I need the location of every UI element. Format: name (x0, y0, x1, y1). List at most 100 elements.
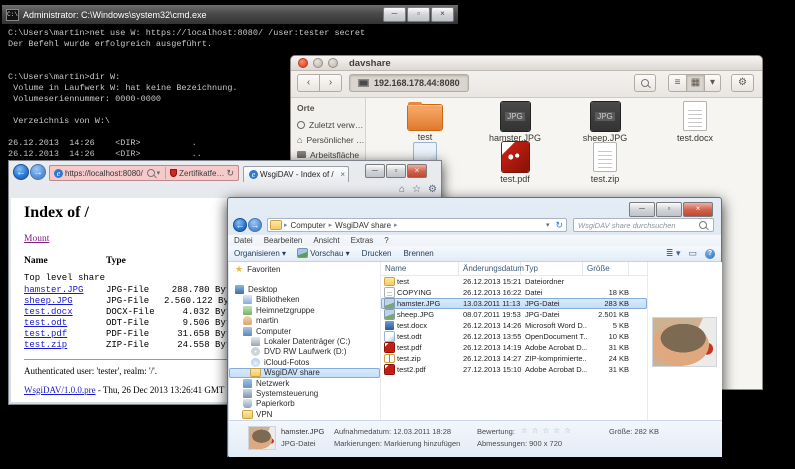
tab-close-icon[interactable] (340, 170, 345, 179)
rating-stars[interactable]: ☆ ☆ ☆ ☆ ☆ (521, 426, 572, 435)
tree-item-netzwerk[interactable]: Netzwerk (229, 378, 380, 388)
file-item-sheep[interactable]: JPG sheep.JPG (563, 101, 647, 143)
hamster-photo-preview[interactable] (653, 318, 716, 366)
file-row[interactable]: test.odt26.12.2013 13:55OpenDocument T..… (381, 331, 647, 342)
file-link[interactable]: test.pdf (24, 329, 67, 339)
menu-ansicht[interactable]: Ansicht (313, 236, 339, 245)
menu-datei[interactable]: Datei (234, 236, 253, 245)
forward-button[interactable] (248, 218, 262, 232)
preview-button[interactable]: Vorschau (298, 249, 350, 258)
file-row[interactable]: test.pdf26.12.2013 14:19Adobe Acrobat D.… (381, 342, 647, 353)
print-button[interactable]: Drucken (362, 249, 392, 258)
address-bar[interactable]: e https://localhost:8080/ Zertifikatfe… (49, 165, 239, 181)
minimize-button[interactable] (383, 7, 406, 22)
tree-item-bibliotheken[interactable]: Bibliotheken (229, 295, 380, 305)
search-dropdown-chevron[interactable] (157, 169, 161, 177)
maximize-button[interactable] (328, 58, 338, 68)
breadcrumb-computer[interactable]: Computer (291, 221, 326, 230)
burn-button[interactable]: Brennen (403, 249, 433, 258)
column-header-size[interactable]: Größe (583, 262, 629, 275)
file-link[interactable]: hamster.JPG (24, 285, 83, 295)
search-button[interactable] (634, 74, 656, 92)
tree-item-vpn[interactable]: VPN (229, 409, 380, 419)
forward-button[interactable] (30, 164, 46, 180)
menu-help[interactable]: ? (384, 236, 388, 245)
tools-gear-icon[interactable] (428, 184, 437, 195)
refresh-icon[interactable] (555, 220, 563, 231)
tree-item-papierkorb[interactable]: Papierkorb (229, 399, 380, 409)
help-icon[interactable]: ? (705, 249, 715, 259)
tree-item-local-disk-c[interactable]: Lokaler Datenträger (C:) (229, 336, 380, 346)
address-breadcrumb-bar[interactable]: Computer WsgiDAV share (267, 218, 567, 232)
column-header-date[interactable]: Änderungsdatum (459, 262, 521, 275)
maximize-button[interactable] (656, 202, 682, 217)
file-row[interactable]: COPYING26.12.2013 16:22Datei18 KB (381, 287, 647, 298)
home-icon[interactable] (399, 184, 405, 195)
cmd-titlebar[interactable]: C:\ Administrator: C:\Windows\system32\c… (2, 5, 458, 24)
file-row[interactable]: test.zip26.12.2013 14:27ZIP-komprimierte… (381, 353, 647, 364)
favorites-star-icon[interactable] (412, 184, 421, 195)
davshare-titlebar[interactable]: davshare (291, 56, 762, 71)
gear-menu-button[interactable] (731, 74, 754, 92)
mount-link[interactable]: Mount (24, 234, 49, 244)
file-link[interactable]: test.zip (24, 340, 67, 350)
tree-item-favoriten[interactable]: Favoriten (229, 264, 380, 274)
tree-item-wsgidav-share[interactable]: WsgiDAV share (229, 368, 380, 378)
browser-tab[interactable]: e WsgiDAV - Index of / (243, 166, 349, 182)
tree-item-icloud-fotos[interactable]: iCloud-Fotos (229, 357, 380, 367)
forward-button[interactable] (319, 74, 342, 92)
minimize-button[interactable] (313, 58, 323, 68)
column-header-name[interactable]: Name (381, 262, 459, 275)
close-button[interactable] (298, 58, 308, 68)
file-item-docx[interactable]: test.docx (653, 101, 737, 143)
search-box[interactable]: WsgiDAV share durchsuchen (573, 218, 714, 232)
tree-item-computer[interactable]: Computer (229, 326, 380, 336)
maximize-button[interactable] (407, 7, 430, 22)
views-button[interactable] (666, 248, 681, 259)
minimize-button[interactable] (629, 202, 655, 217)
breadcrumb-address-button[interactable]: 192.168.178.44:8080 (349, 74, 469, 92)
back-button[interactable] (13, 164, 29, 180)
sidebar-item-recent[interactable]: Zuletzt verw… (291, 117, 365, 132)
file-row-selected[interactable]: hamster.JPG13.03.2011 11:13JPG-Datei283 … (381, 298, 647, 309)
breadcrumb-share[interactable]: WsgiDAV share (335, 221, 391, 230)
file-row[interactable]: sheep.JPG08.07.2011 19:53JPG-Datei2.501 … (381, 309, 647, 320)
maximize-button[interactable] (386, 164, 406, 178)
search-icon[interactable] (147, 169, 155, 177)
organize-button[interactable]: Organisieren (234, 249, 286, 258)
file-item-zip[interactable]: test.zip (563, 142, 647, 184)
tree-item-dvd-d[interactable]: DVD RW Laufwerk (D:) (229, 347, 380, 357)
file-link[interactable]: test.odt (24, 318, 67, 328)
wsgidav-version-link[interactable]: WsgiDAV/1.0.0.pre (24, 385, 96, 395)
list-view-button[interactable] (668, 74, 687, 92)
certificate-error-button[interactable]: Zertifikatfe… (179, 169, 224, 178)
file-row[interactable]: test.docx26.12.2013 14:26Microsoft Word … (381, 320, 647, 331)
file-link[interactable]: test.docx (24, 307, 73, 317)
minimize-button[interactable] (365, 164, 385, 178)
file-row[interactable]: test2.pdf27.12.2013 15:10Adobe Acrobat D… (381, 364, 647, 375)
sidebar-item-home[interactable]: Persönlicher … (291, 132, 365, 147)
file-item-pdf[interactable]: test.pdf (473, 142, 557, 184)
tree-item-desktop[interactable]: Desktop (229, 284, 380, 294)
file-item-hamster[interactable]: JPG hamster.JPG (473, 101, 557, 143)
back-button[interactable] (297, 74, 320, 92)
refresh-icon[interactable] (226, 168, 234, 179)
view-options-chevron[interactable] (704, 74, 721, 92)
address-dropdown-chevron[interactable] (546, 221, 550, 229)
tree-item-systemsteuerung[interactable]: Systemsteuerung (229, 388, 380, 398)
file-item-test-folder[interactable]: test (383, 101, 467, 142)
close-button[interactable] (683, 202, 713, 217)
tree-item-martin[interactable]: martin (229, 316, 380, 326)
tree-item-heimnetzgruppe[interactable]: Heimnetzgruppe (229, 305, 380, 315)
close-button[interactable] (431, 7, 454, 22)
file-link[interactable]: sheep.JPG (24, 296, 73, 306)
close-button[interactable] (407, 164, 427, 178)
status-tags[interactable]: Markierungen: Markierung hinzufügen (334, 439, 460, 448)
grid-view-button[interactable] (686, 74, 705, 92)
menu-bearbeiten[interactable]: Bearbeiten (264, 236, 303, 245)
preview-pane-toggle[interactable] (688, 248, 697, 259)
back-button[interactable] (233, 218, 247, 232)
menu-extras[interactable]: Extras (351, 236, 374, 245)
file-row[interactable]: test26.12.2013 15:21Dateiordner (381, 276, 647, 287)
column-header-type[interactable]: Typ (521, 262, 583, 275)
